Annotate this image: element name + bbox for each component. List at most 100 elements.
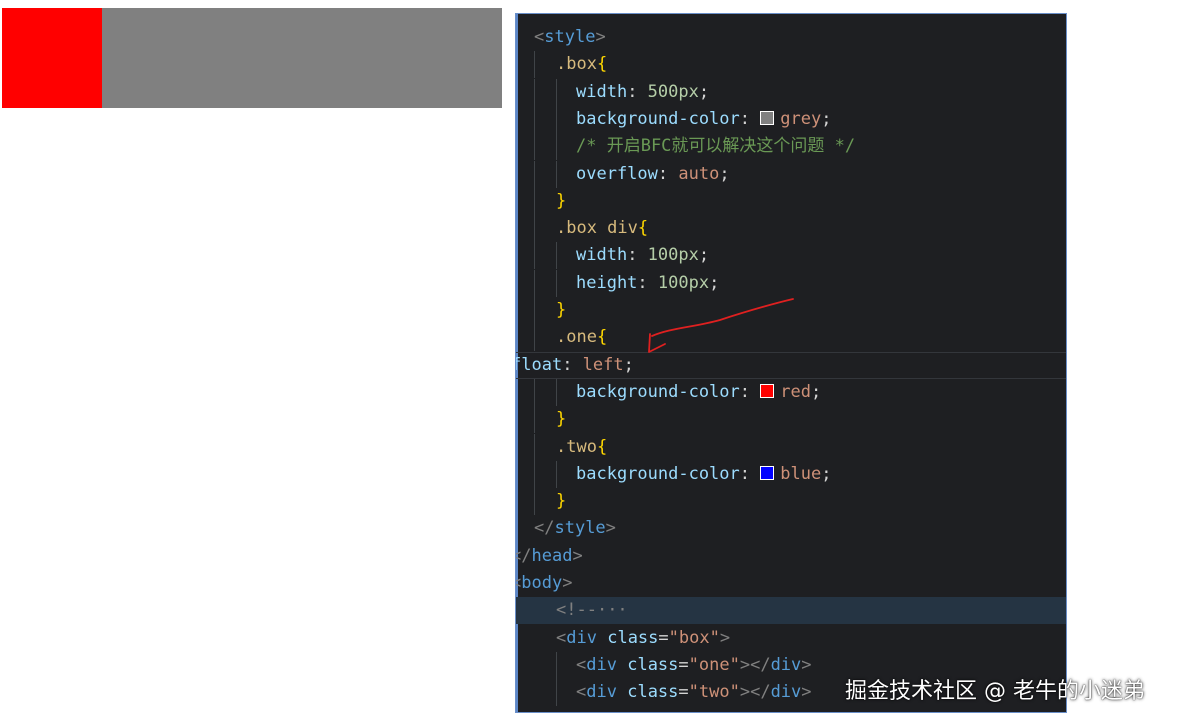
code-token: div bbox=[566, 627, 597, 648]
code-token: = bbox=[658, 627, 669, 648]
indent-guide bbox=[556, 242, 557, 270]
code-line[interactable]: background-color: red; bbox=[516, 378, 1066, 406]
indent-guide bbox=[534, 297, 535, 324]
code-token: ; bbox=[821, 108, 832, 129]
code-line[interactable]: .box{ bbox=[516, 51, 1066, 79]
code-token: grey bbox=[780, 108, 822, 129]
code-token: 500px bbox=[647, 81, 699, 102]
code-text: </style> bbox=[534, 515, 616, 542]
code-token: body bbox=[521, 573, 563, 593]
code-line[interactable]: </head> bbox=[516, 543, 1066, 570]
code-token: .box div bbox=[556, 218, 638, 239]
code-text: </div> bbox=[556, 707, 617, 713]
indent-guide bbox=[556, 460, 557, 488]
code-token: : bbox=[657, 163, 679, 184]
code-token: auto bbox=[678, 163, 720, 184]
code-line[interactable]: <div class="box"> bbox=[516, 625, 1066, 652]
code-token: style bbox=[554, 518, 606, 539]
preview-box-one-red bbox=[2, 8, 102, 108]
code-token: ; bbox=[623, 354, 634, 375]
code-token: < bbox=[576, 682, 587, 703]
code-token: width bbox=[576, 81, 628, 102]
indent-guide bbox=[556, 651, 557, 679]
code-token: <!-- bbox=[556, 600, 597, 621]
code-line[interactable]: <div class="one"></div> bbox=[516, 651, 1066, 679]
code-token: ></ bbox=[739, 654, 771, 675]
code-line[interactable]: <style> bbox=[516, 24, 1066, 51]
code-token: : bbox=[627, 245, 648, 266]
code-token: : bbox=[637, 272, 658, 293]
code-text: .one{ bbox=[556, 324, 607, 351]
code-token: > bbox=[607, 710, 617, 713]
preview-box-grey bbox=[2, 8, 502, 108]
code-line[interactable]: </style> bbox=[516, 515, 1066, 542]
code-text: width: 100px; bbox=[576, 242, 709, 269]
code-line[interactable]: background-color: grey; bbox=[516, 105, 1066, 133]
code-token: div bbox=[770, 682, 802, 703]
indent-guide bbox=[556, 679, 557, 707]
code-token: "two" bbox=[688, 682, 740, 703]
indent-guide bbox=[534, 378, 535, 406]
code-token: style bbox=[544, 27, 596, 47]
indent-guide bbox=[556, 269, 557, 297]
code-token: : bbox=[739, 108, 761, 129]
code-token: div bbox=[586, 682, 617, 703]
code-line[interactable]: } bbox=[516, 187, 1066, 215]
code-token: </ bbox=[516, 545, 532, 566]
code-token: ··· bbox=[596, 600, 628, 621]
color-swatch-icon[interactable] bbox=[760, 383, 775, 398]
code-line[interactable]: .box div{ bbox=[516, 215, 1066, 243]
code-editor[interactable]: <style> .box{width: 500px; background-colo… bbox=[516, 14, 1066, 712]
code-line[interactable]: width: 100px; bbox=[516, 242, 1066, 270]
code-token: > bbox=[595, 27, 606, 47]
indent-guide bbox=[534, 78, 535, 106]
indent-guide bbox=[556, 78, 557, 106]
color-swatch-icon[interactable] bbox=[760, 110, 775, 125]
code-text: .box{ bbox=[556, 51, 607, 78]
code-line[interactable]: <!--··· bbox=[516, 597, 1066, 625]
indent-guide bbox=[534, 433, 535, 461]
code-line[interactable]: <body> bbox=[516, 570, 1066, 597]
code-line[interactable]: background-color: blue; bbox=[516, 460, 1066, 488]
code-token: background-color bbox=[576, 381, 740, 402]
code-token: ></ bbox=[739, 682, 771, 703]
indent-guide bbox=[556, 378, 557, 406]
render-preview bbox=[2, 8, 502, 108]
code-token: : bbox=[562, 354, 583, 375]
indent-guide bbox=[556, 160, 557, 188]
code-token: ; bbox=[821, 463, 832, 484]
code-line[interactable]: overflow: auto; bbox=[516, 160, 1066, 188]
code-token: { bbox=[596, 436, 608, 457]
code-token: left bbox=[582, 354, 624, 375]
indent-guide bbox=[534, 460, 535, 488]
watermark: 掘金技术社区 @ 老牛的小迷弟 bbox=[845, 679, 1145, 704]
code-text: } bbox=[556, 297, 566, 324]
code-token: > bbox=[562, 573, 573, 593]
indent-guide bbox=[534, 269, 535, 297]
code-token: ; bbox=[719, 163, 730, 184]
code-text: background-color: red; bbox=[576, 379, 821, 406]
code-text: } bbox=[556, 488, 566, 515]
code-token: ; bbox=[709, 272, 720, 293]
color-swatch-icon[interactable] bbox=[760, 465, 775, 480]
code-line[interactable]: /* 开启BFC就可以解决这个问题 */ bbox=[516, 133, 1066, 161]
code-token: { bbox=[596, 54, 608, 75]
indent-guide bbox=[534, 488, 535, 516]
code-token: /* 开启BFC就可以解决这个问题 */ bbox=[576, 136, 856, 157]
code-token: ; bbox=[698, 245, 710, 266]
code-token: 100px bbox=[657, 272, 710, 293]
code-line[interactable]: width: 500px; bbox=[516, 78, 1066, 106]
code-text: <div class="two"></div> bbox=[576, 679, 812, 706]
code-line[interactable]: } bbox=[516, 406, 1066, 434]
indent-guide bbox=[534, 187, 535, 215]
code-line[interactable]: } bbox=[516, 488, 1066, 516]
code-token: width bbox=[576, 245, 628, 266]
code-token: > bbox=[605, 518, 616, 539]
code-text: /* 开启BFC就可以解决这个问题 */ bbox=[576, 133, 855, 160]
code-token: > bbox=[801, 682, 812, 703]
code-text: <!--··· bbox=[556, 597, 628, 624]
code-line[interactable]: .two{ bbox=[516, 433, 1066, 461]
code-token: ; bbox=[698, 81, 710, 102]
